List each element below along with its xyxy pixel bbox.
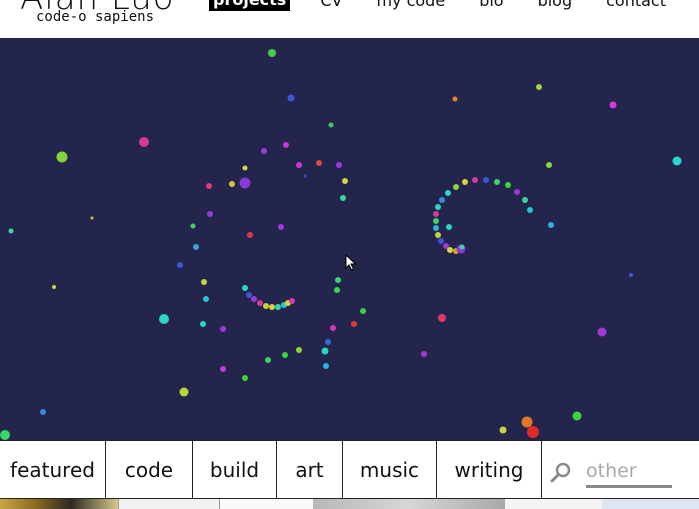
project-thumbnails	[0, 499, 699, 509]
project-thumbnail[interactable]	[505, 499, 602, 509]
nav-item-cv[interactable]: CV	[316, 0, 346, 12]
category-bar: featured code build art music writing	[0, 440, 699, 499]
site-header: Alan Luo code-o sapiens projects CV my c…	[0, 0, 699, 37]
nav-item-my-code[interactable]: my code	[372, 0, 449, 12]
project-thumbnail[interactable]	[0, 499, 118, 509]
nav-item-projects[interactable]: projects	[209, 0, 291, 11]
category-tab-music[interactable]: music	[343, 441, 437, 498]
project-thumbnail[interactable]	[602, 499, 699, 509]
nav-item-blog[interactable]: blog	[534, 0, 577, 12]
particle-canvas[interactable]	[0, 38, 699, 440]
category-tab-art[interactable]: art	[277, 441, 343, 498]
category-tab-build[interactable]: build	[193, 441, 277, 498]
category-tab-code[interactable]: code	[106, 441, 193, 498]
search-icon[interactable]	[550, 461, 572, 483]
project-thumbnail[interactable]	[118, 499, 220, 509]
search-box	[542, 441, 699, 498]
project-thumbnail[interactable]	[313, 499, 505, 509]
particle-animation	[0, 49, 682, 440]
main-nav: projects CV my code bio blog contact lin…	[209, 0, 699, 12]
category-tab-featured[interactable]: featured	[0, 441, 106, 498]
search-input[interactable]	[586, 457, 672, 488]
site-subtitle: code-o sapiens	[36, 9, 155, 25]
mouse-cursor-icon	[345, 254, 357, 271]
nav-item-bio[interactable]: bio	[475, 0, 507, 12]
nav-item-contact[interactable]: contact	[602, 0, 670, 12]
category-tab-writing[interactable]: writing	[437, 441, 542, 498]
project-thumbnail[interactable]	[220, 499, 313, 509]
